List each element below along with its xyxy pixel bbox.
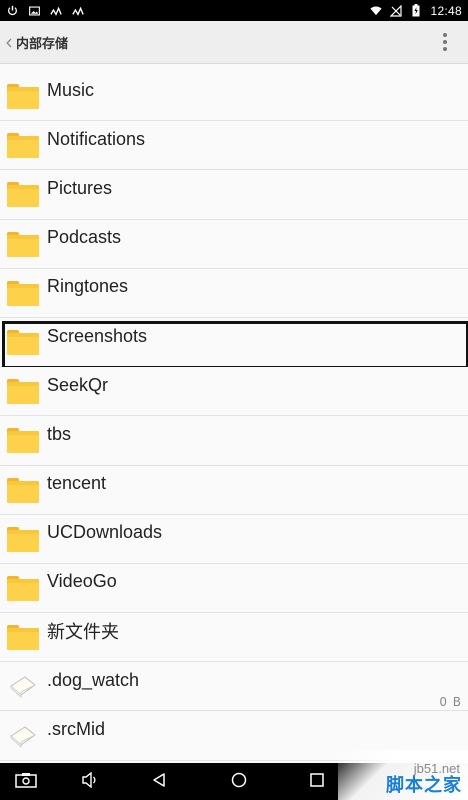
recents-icon xyxy=(310,772,324,791)
watermark: jb51.net 脚本之家 xyxy=(338,750,468,800)
power-icon xyxy=(6,5,18,17)
overflow-menu-button[interactable] xyxy=(440,30,450,54)
volume-icon xyxy=(81,771,97,792)
item-name: SeekQr xyxy=(47,374,109,395)
volume-button[interactable] xyxy=(74,763,104,800)
folder-icon xyxy=(7,180,39,208)
folder-icon xyxy=(7,574,39,602)
list-item[interactable]: SeekQr xyxy=(0,367,468,417)
list-item-highlighted[interactable]: Screenshots xyxy=(0,317,468,370)
folder-icon xyxy=(7,426,39,454)
item-name: .dog_watch xyxy=(47,669,140,690)
item-name: .srcMid xyxy=(47,719,105,740)
nav-back-button[interactable] xyxy=(144,763,174,800)
item-name: 新文件夹 xyxy=(47,622,119,643)
screenshot-button[interactable] xyxy=(6,763,46,800)
list-item[interactable]: Pictures xyxy=(0,170,468,220)
item-name: tencent xyxy=(47,473,107,494)
signal-icon xyxy=(72,5,84,17)
folder-icon xyxy=(7,476,39,504)
list-item[interactable]: 新文件夹 xyxy=(0,613,468,663)
item-name: Pictures xyxy=(47,177,113,198)
file-icon xyxy=(7,722,39,750)
app-bar: 内部存储 xyxy=(0,21,468,64)
list-item[interactable]: tbs xyxy=(0,416,468,466)
list-item[interactable]: .dog_watch 0 B xyxy=(0,662,468,712)
file-size: 0 B xyxy=(439,695,462,710)
item-name: UCDownloads xyxy=(47,522,163,543)
more-vert-icon xyxy=(443,33,447,37)
folder-icon xyxy=(7,279,39,307)
folder-icon xyxy=(7,230,39,258)
list-item[interactable]: UCDownloads xyxy=(0,514,468,564)
list-item[interactable]: Music xyxy=(0,72,468,122)
item-name: Music xyxy=(47,79,95,100)
nav-recents-button[interactable] xyxy=(302,763,332,800)
chevron-left-icon xyxy=(6,33,12,52)
list-item[interactable]: Podcasts xyxy=(0,219,468,269)
list-item[interactable]: VideoGo xyxy=(0,563,468,614)
item-name: tbs xyxy=(47,423,72,444)
file-icon xyxy=(7,672,39,700)
folder-icon xyxy=(7,377,39,405)
item-name: VideoGo xyxy=(47,571,117,592)
item-name: Podcasts xyxy=(47,227,122,248)
item-name: Screenshots xyxy=(47,325,148,346)
wifi-icon xyxy=(370,5,383,17)
status-time: 12:48 xyxy=(430,3,462,18)
list-item[interactable]: tencent xyxy=(0,465,468,515)
folder-icon xyxy=(7,131,39,159)
nav-home-button[interactable] xyxy=(224,763,254,800)
list-item[interactable]: Ringtones xyxy=(0,268,468,318)
signal-icon xyxy=(50,5,62,17)
folder-icon xyxy=(7,525,39,553)
list-item[interactable]: Notifications xyxy=(0,121,468,171)
file-list: Music Notifications Pictures Podcasts Ri… xyxy=(0,72,468,761)
screenshot-icon xyxy=(15,772,37,792)
folder-icon xyxy=(7,623,39,651)
item-name: Ringtones xyxy=(47,276,129,297)
item-name: Notifications xyxy=(47,128,146,149)
back-icon xyxy=(151,772,167,792)
back-button[interactable] xyxy=(2,21,16,64)
page-title: 内部存储 xyxy=(16,36,69,52)
no-sim-icon xyxy=(390,4,403,17)
folder-icon xyxy=(7,328,39,356)
home-icon xyxy=(231,772,247,792)
battery-icon xyxy=(410,4,422,17)
status-bar: 12:48 xyxy=(0,0,468,21)
folder-icon xyxy=(7,82,39,110)
watermark-text: 脚本之家 xyxy=(386,775,462,796)
image-icon xyxy=(28,5,40,17)
